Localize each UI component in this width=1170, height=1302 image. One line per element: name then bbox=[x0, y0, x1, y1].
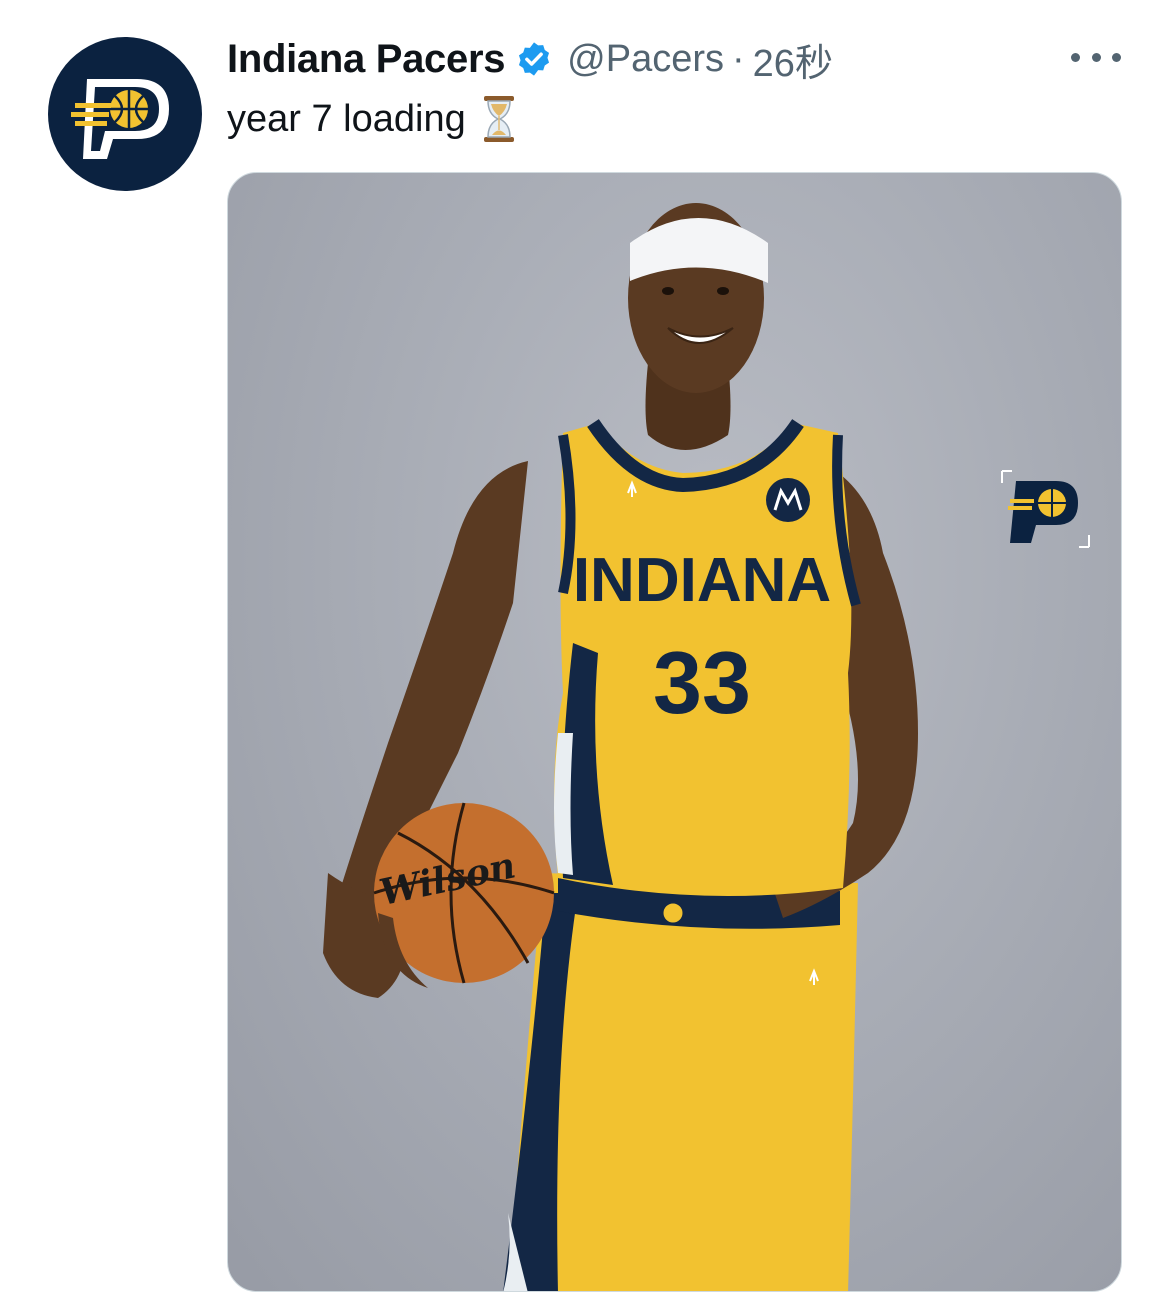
separator-dot: · bbox=[732, 37, 745, 80]
hourglass-icon bbox=[480, 94, 518, 144]
pacers-logo-icon bbox=[71, 79, 169, 159]
more-options-button[interactable] bbox=[1071, 42, 1121, 72]
player-photo: INDIANA 33 Wilson bbox=[323, 203, 918, 1291]
verified-badge-icon bbox=[515, 40, 553, 78]
tweet-text: year 7 loading bbox=[227, 97, 466, 140]
more-dot-icon bbox=[1071, 52, 1080, 62]
tweet-header: Indiana Pacers @Pacers · 26秒 bbox=[227, 30, 833, 88]
author-avatar[interactable] bbox=[48, 37, 202, 191]
more-dot-icon bbox=[1091, 52, 1101, 62]
author-name[interactable]: Indiana Pacers bbox=[227, 37, 505, 82]
tweet-media-photo[interactable]: INDIANA 33 Wilson bbox=[227, 172, 1122, 1292]
jersey-number-text: 33 bbox=[653, 633, 751, 732]
author-handle[interactable]: @Pacers bbox=[567, 38, 724, 81]
jersey-team-text: INDIANA bbox=[573, 546, 831, 615]
tweet-timestamp[interactable]: 26秒 bbox=[753, 32, 833, 87]
tweet-body: year 7 loading bbox=[227, 92, 518, 146]
pacers-logo-icon bbox=[998, 469, 1093, 554]
more-dot-icon bbox=[1112, 52, 1121, 62]
